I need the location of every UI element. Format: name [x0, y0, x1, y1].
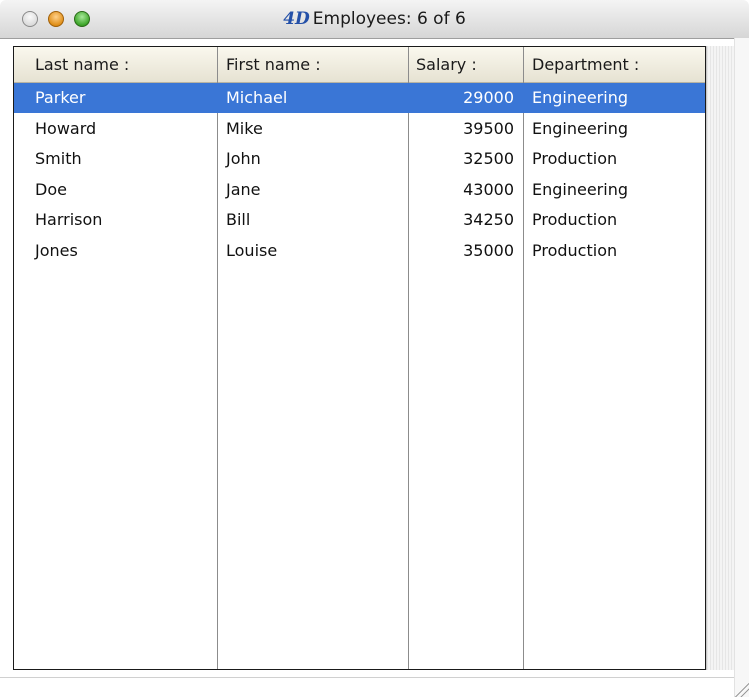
table-row[interactable]: Smith John 32500 Production — [14, 144, 705, 174]
cell-salary: 34250 — [463, 210, 514, 230]
title-bar[interactable]: 4D Employees: 6 of 6 — [0, 0, 749, 39]
list-header: Last name : First name : Salary : Depart… — [14, 47, 705, 83]
window-edge — [734, 38, 749, 697]
cell-last-name: Howard — [35, 118, 97, 138]
column-header-department[interactable]: Department : — [523, 47, 705, 82]
window-footer — [0, 677, 734, 698]
column-header-last-name[interactable]: Last name : — [14, 47, 217, 82]
cell-last-name: Doe — [35, 179, 67, 199]
cell-first-name: Bill — [226, 210, 251, 230]
cell-first-name: Louise — [226, 241, 278, 260]
resize-grip-icon[interactable] — [734, 680, 749, 697]
cell-last-name: Smith — [35, 149, 82, 169]
table-row[interactable]: Harrison Bill 34250 Production — [14, 205, 705, 235]
cell-department: Engineering — [532, 88, 628, 107]
column-header-salary[interactable]: Salary : — [408, 47, 523, 82]
cell-salary: 43000 — [463, 179, 514, 199]
window-title: 4D Employees: 6 of 6 — [0, 9, 749, 29]
employee-list[interactable]: Last name : First name : Salary : Depart… — [13, 46, 706, 670]
cell-salary: 32500 — [463, 149, 514, 169]
cell-department: Production — [532, 241, 618, 260]
cell-last-name: Parker — [35, 88, 86, 107]
cell-first-name: Michael — [226, 88, 288, 107]
cell-salary: 29000 — [463, 88, 514, 107]
cell-salary: 35000 — [463, 241, 514, 260]
cell-department: Engineering — [532, 118, 628, 138]
cell-first-name: John — [226, 149, 261, 169]
cell-department: Production — [532, 210, 618, 230]
table-row[interactable]: Parker Michael 29000 Engineering — [14, 83, 705, 113]
app-logo-4d: 4D — [283, 9, 310, 29]
cell-department: Production — [532, 149, 618, 169]
column-header-first-name[interactable]: First name : — [217, 47, 408, 82]
cell-first-name: Jane — [226, 179, 261, 199]
table-row[interactable]: Doe Jane 43000 Engineering — [14, 175, 705, 205]
cell-salary: 39500 — [463, 118, 514, 138]
window-title-text: Employees: 6 of 6 — [312, 9, 466, 29]
table-row[interactable]: Howard Mike 39500 Engineering — [14, 114, 705, 144]
vertical-scrollbar[interactable] — [706, 46, 734, 670]
cell-first-name: Mike — [226, 118, 263, 138]
cell-department: Engineering — [532, 179, 628, 199]
cell-last-name: Jones — [35, 241, 78, 260]
cell-last-name: Harrison — [35, 210, 103, 230]
employees-window: 4D Employees: 6 of 6 Last name : First na… — [0, 0, 749, 698]
table-row[interactable]: Jones Louise 35000 Production — [14, 236, 705, 266]
